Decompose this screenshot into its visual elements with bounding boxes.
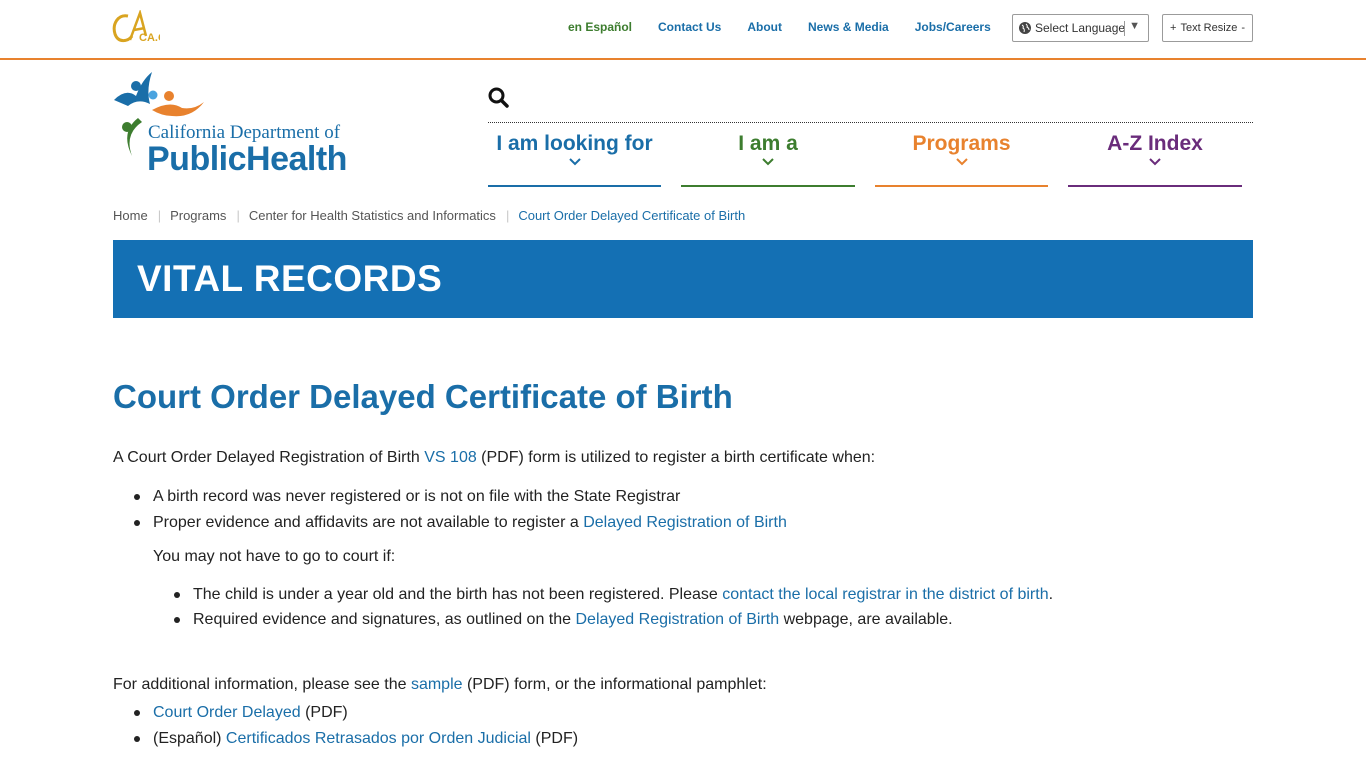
- page-title: Court Order Delayed Certificate of Birth: [113, 378, 733, 415]
- pamphlet-list: Court Order Delayed (PDF) (Español) Cert…: [113, 700, 1253, 752]
- intro-text: A Court Order Delayed Registration of Bi…: [113, 449, 425, 466]
- list-item-text: .: [1048, 586, 1054, 603]
- list-item-text: Required evidence and signatures, as out…: [193, 611, 576, 628]
- language-select[interactable]: Select Language ▼: [1012, 14, 1149, 42]
- list-item: Required evidence and signatures, as out…: [153, 607, 1253, 632]
- ca-gov-logo-text: CA.GOV: [139, 32, 160, 44]
- ca-gov-logo[interactable]: CA.GOV: [112, 8, 183, 46]
- language-select-label: Select Language: [1035, 21, 1126, 35]
- section-banner: VITAL RECORDS: [113, 240, 1253, 318]
- breadcrumb-divider: |: [236, 208, 240, 223]
- breadcrumb-divider: |: [157, 208, 162, 223]
- chevron-down-icon: [568, 158, 581, 166]
- text-resize-button[interactable]: + Text Resize -: [1162, 14, 1253, 42]
- globe-icon: [1019, 22, 1031, 34]
- list-item: Court Order Delayed (PDF): [113, 700, 1253, 726]
- list-item-text: The child is under a year old and the bi…: [193, 586, 723, 603]
- intro-paragraph: A Court Order Delayed Registration of Bi…: [113, 447, 1253, 469]
- breadcrumb-programs[interactable]: Programs: [170, 208, 226, 223]
- nav-i-am-a[interactable]: I am a: [681, 128, 855, 187]
- caret-down-icon: ▼: [1129, 20, 1140, 32]
- espanol-link[interactable]: en Español: [568, 20, 632, 34]
- sample-link[interactable]: sample: [411, 676, 463, 693]
- exemption-list: The child is under a year old and the bi…: [153, 582, 1253, 632]
- list-item: A birth record was never registered or i…: [113, 484, 1253, 510]
- news-media-link[interactable]: News & Media: [808, 20, 889, 34]
- list-item-text: Proper evidence and affidavits are not a…: [153, 514, 584, 531]
- chevron-down-icon: [1149, 158, 1161, 166]
- addl-text: For additional information, please see t…: [113, 676, 411, 693]
- nav-a-z-index[interactable]: A-Z Index: [1068, 128, 1242, 187]
- court-exemption-block: You may not have to go to court if: The …: [153, 546, 1253, 632]
- list-item-text: webpage, are available.: [779, 611, 953, 628]
- breadcrumb-current[interactable]: Court Order Delayed Certificate of Birth: [518, 208, 745, 223]
- about-link[interactable]: About: [747, 20, 782, 34]
- breadcrumb: Home | Programs | Center for Health Stat…: [113, 208, 745, 223]
- plus-icon: +: [1170, 22, 1177, 34]
- conditions-list: A birth record was never registered or i…: [113, 484, 1253, 536]
- nav-label: I am a: [738, 132, 798, 155]
- nav-programs[interactable]: Programs: [875, 128, 1048, 187]
- language-select-divider: [1124, 21, 1125, 36]
- chevron-down-icon: [762, 158, 774, 166]
- nav-label: I am looking for: [496, 132, 653, 155]
- jobs-careers-link[interactable]: Jobs/Careers: [915, 20, 991, 34]
- search-icon[interactable]: [487, 86, 511, 110]
- list-item-text: (Español): [153, 730, 226, 747]
- breadcrumb-divider: |: [505, 208, 510, 223]
- list-item-text: (PDF): [300, 704, 348, 721]
- delayed-registration-link[interactable]: Delayed Registration of Birth: [575, 611, 779, 628]
- breadcrumb-chsi[interactable]: Center for Health Statistics and Informa…: [249, 208, 496, 223]
- list-item: (Español) Certificados Retrasados por Or…: [113, 726, 1253, 752]
- nav-i-am-looking-for[interactable]: I am looking for: [488, 128, 661, 187]
- search-divider: [488, 122, 1253, 123]
- utility-links: en Español Contact Us About News & Media…: [568, 20, 991, 34]
- text-resize-label: Text Resize: [1180, 22, 1238, 34]
- certificados-retrasados-link[interactable]: Certificados Retrasados por Orden Judici…: [226, 730, 531, 747]
- main-nav: I am looking for I am a Programs A-Z Ind…: [488, 128, 1253, 188]
- addl-text: (PDF) form, or the informational pamphle…: [462, 676, 767, 693]
- section-banner-title: VITAL RECORDS: [137, 258, 443, 299]
- cdph-logo-name: PublicHealth: [147, 140, 347, 178]
- additional-info-paragraph: For additional information, please see t…: [113, 674, 1253, 696]
- list-item-text: (PDF): [530, 730, 579, 747]
- court-order-delayed-link[interactable]: Court Order Delayed: [153, 704, 301, 721]
- intro-text: (PDF) form is utilized to register a bir…: [476, 449, 876, 466]
- minus-icon: -: [1241, 22, 1245, 34]
- utility-bar: CA.GOV en Español Contact Us About News …: [0, 0, 1366, 60]
- list-item-text: A birth record was never registered or i…: [153, 488, 681, 505]
- local-registrar-link[interactable]: contact the local registrar in the distr…: [722, 586, 1048, 603]
- delayed-registration-link[interactable]: Delayed Registration of Birth: [583, 514, 787, 531]
- list-item: Proper evidence and affidavits are not a…: [113, 510, 1253, 536]
- list-item: The child is under a year old and the bi…: [153, 582, 1253, 607]
- main-content: A Court Order Delayed Registration of Bi…: [113, 447, 1253, 752]
- breadcrumb-home[interactable]: Home: [113, 208, 148, 223]
- nav-label: Programs: [912, 132, 1011, 155]
- nav-label: A-Z Index: [1107, 132, 1203, 155]
- vs108-link[interactable]: VS 108: [424, 449, 476, 466]
- sub-intro: You may not have to go to court if:: [153, 548, 396, 565]
- chevron-down-icon: [955, 158, 968, 166]
- contact-us-link[interactable]: Contact Us: [658, 20, 721, 34]
